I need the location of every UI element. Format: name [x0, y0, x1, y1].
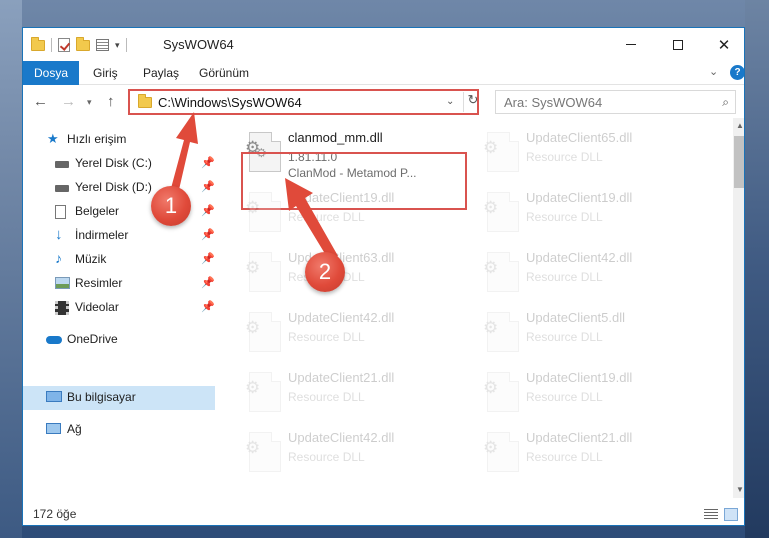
step-marker-2: 2	[305, 252, 345, 292]
annotation-arrows	[170, 112, 338, 262]
arrow-2	[285, 178, 338, 262]
arrow-1	[170, 112, 198, 194]
step-marker-1: 1	[151, 186, 191, 226]
